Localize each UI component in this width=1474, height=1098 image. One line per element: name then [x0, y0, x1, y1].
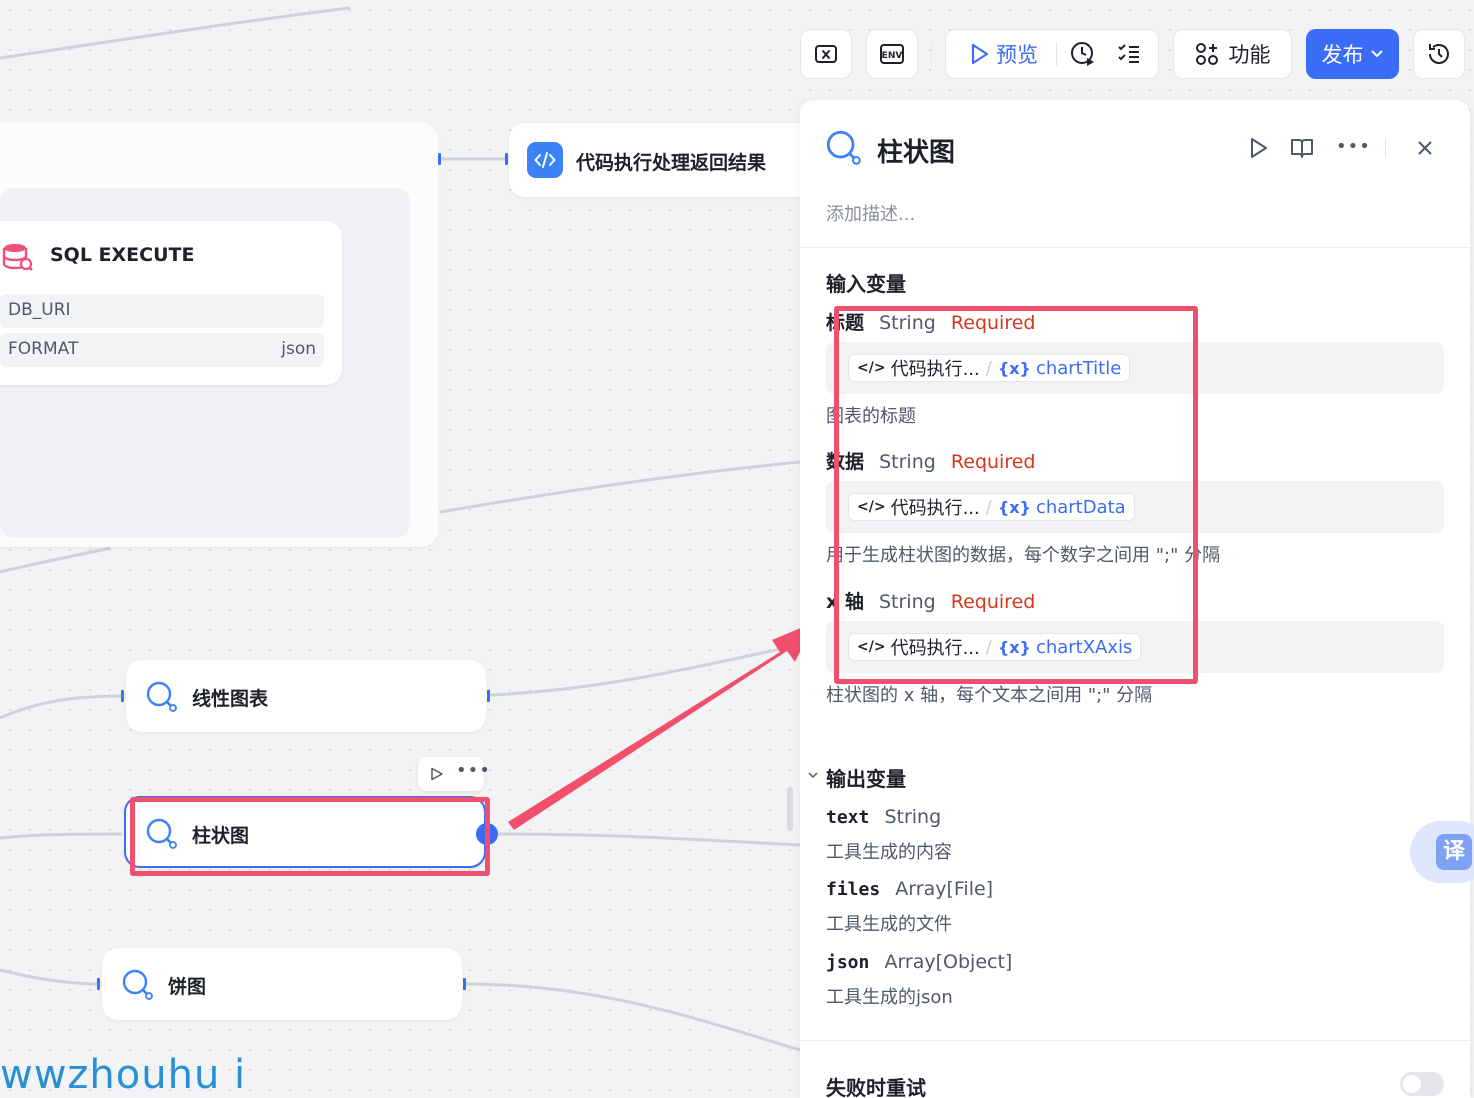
close-icon[interactable] [1416, 139, 1434, 157]
line-chart-node[interactable]: 线性图表 [126, 660, 486, 732]
variable-name: files [826, 879, 881, 900]
variable-type: String [884, 806, 942, 828]
inputs-heading: 输入变量 [826, 272, 906, 296]
features-label: 功能 [1228, 43, 1271, 67]
env-button[interactable]: ENV [866, 29, 918, 79]
chevron-down-icon [1370, 50, 1383, 58]
variable-type: Array[Object] [884, 951, 1013, 973]
preview-label: 预览 [996, 43, 1038, 67]
variable-name: text [826, 807, 870, 828]
features-button[interactable]: 功能 [1173, 29, 1292, 79]
publish-label: 发布 [1321, 43, 1364, 67]
more-icon[interactable]: ••• [456, 760, 491, 781]
line-chart-input-port[interactable] [121, 690, 124, 702]
param-row-format[interactable]: FORMAT json [0, 333, 324, 367]
pie-chart-output-port[interactable] [463, 978, 466, 990]
variable-icon [815, 45, 837, 63]
code-execute-node[interactable]: 代码执行处理返回结果 [509, 123, 829, 197]
variable-type: Array[File] [895, 878, 994, 900]
variable-name: json [826, 952, 870, 973]
header-divider [1385, 138, 1386, 158]
output-variable-row: json Array[Object] [826, 951, 1012, 973]
output-variable-row: files Array[File] [826, 878, 993, 900]
toolbar-divider [1056, 42, 1057, 66]
translate-button[interactable]: 译 [1410, 821, 1474, 883]
collapse-chevron-icon[interactable] [808, 771, 818, 779]
code-node-title: 代码执行处理返回结果 [576, 152, 767, 174]
param-value: json [281, 339, 316, 359]
highlight-box-node [130, 797, 490, 876]
param-name: FORMAT [8, 339, 79, 359]
watermark: wwzhouhu i [0, 1052, 247, 1098]
section-divider [800, 1040, 1470, 1041]
database-icon [2, 244, 33, 271]
toolbar-divider [931, 42, 932, 66]
node-config-panel: 柱状图 ••• 添加描述... 输入变量 标题 String Required … [800, 100, 1470, 1098]
sql-node-title: SQL EXECUTE [50, 244, 195, 266]
line-chart-title: 线性图表 [192, 688, 269, 710]
apps-icon [1195, 43, 1218, 65]
variable-description: 工具生成的内容 [826, 842, 952, 863]
variable-description: 柱状图的 x 轴，每个文本之间用 ";" 分隔 [826, 685, 1153, 706]
retry-label: 失败时重试 [826, 1076, 926, 1098]
svg-text:ENV: ENV [882, 51, 903, 61]
tool-search-icon [122, 969, 153, 1000]
param-row-db-uri[interactable]: DB_URI [0, 294, 324, 328]
pie-chart-node[interactable]: 饼图 [102, 948, 462, 1020]
group-output-port[interactable] [438, 153, 441, 165]
preview-group: 预览 [945, 29, 1159, 79]
tool-search-icon [826, 130, 861, 165]
history-button[interactable] [1413, 29, 1465, 79]
section-divider [800, 247, 1470, 248]
output-variable-row: text String [826, 806, 941, 828]
env-icon: ENV [880, 44, 904, 64]
variable-description: 工具生成的json [826, 987, 953, 1008]
highlight-box-inputs [834, 306, 1198, 684]
variable-button[interactable] [800, 29, 852, 79]
code-icon [527, 142, 563, 178]
checklist-icon[interactable] [1117, 42, 1141, 66]
run-history-icon[interactable] [1069, 40, 1097, 68]
panel-title[interactable]: 柱状图 [877, 132, 955, 169]
publish-button[interactable]: 发布 [1306, 29, 1399, 79]
node-hover-toolbar: ••• [418, 757, 490, 791]
annotation-arrow [508, 622, 815, 830]
history-icon [1429, 44, 1449, 64]
param-name: DB_URI [8, 300, 71, 320]
tool-search-icon [146, 681, 177, 712]
translate-icon: 译 [1436, 834, 1472, 870]
retry-toggle[interactable] [1400, 1072, 1444, 1096]
outputs-heading[interactable]: 输出变量 [826, 763, 906, 792]
pie-chart-input-port[interactable] [97, 978, 100, 990]
variable-description: 工具生成的文件 [826, 914, 952, 935]
sql-execute-node[interactable]: SQL EXECUTE DB_URI FORMAT json [0, 221, 342, 385]
run-node-icon[interactable] [1249, 137, 1269, 159]
run-icon[interactable] [430, 767, 444, 781]
preview-button[interactable]: 预览 [970, 39, 1038, 69]
help-doc-icon[interactable] [1290, 137, 1314, 159]
more-icon[interactable]: ••• [1336, 136, 1371, 157]
play-icon [971, 43, 989, 65]
code-node-input-port[interactable] [505, 153, 508, 165]
description-input[interactable]: 添加描述... [826, 200, 915, 226]
pie-chart-title: 饼图 [168, 976, 207, 998]
